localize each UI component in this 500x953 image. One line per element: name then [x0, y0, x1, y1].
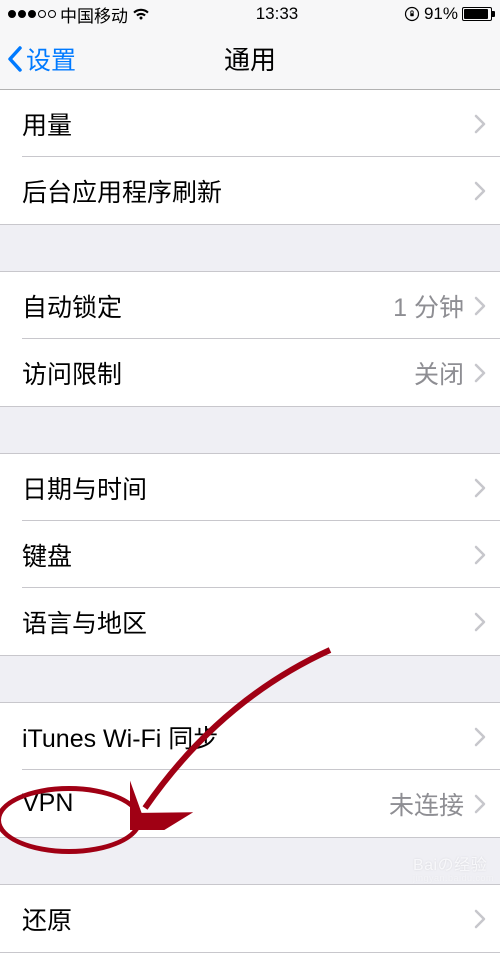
row-vpn[interactable]: VPN 未连接 — [0, 770, 500, 837]
battery-icon — [462, 7, 492, 21]
row-label: 日期与时间 — [22, 470, 147, 506]
status-left: 中国移动 — [8, 2, 150, 27]
row-label: 用量 — [22, 106, 72, 142]
chevron-right-icon — [474, 612, 486, 632]
row-value: 1 分钟 — [393, 288, 464, 324]
nav-bar: 设置 通用 — [0, 28, 500, 90]
chevron-right-icon — [474, 114, 486, 134]
row-reset[interactable]: 还原 — [0, 885, 500, 952]
battery-percent: 91% — [424, 4, 458, 24]
row-keyboard[interactable]: 键盘 — [0, 521, 500, 588]
chevron-right-icon — [474, 363, 486, 383]
row-label: 键盘 — [22, 537, 72, 573]
row-label: 后台应用程序刷新 — [22, 173, 222, 209]
wifi-icon — [132, 7, 150, 21]
rotation-lock-icon — [404, 6, 420, 22]
row-label: 自动锁定 — [22, 288, 122, 324]
settings-group: 日期与时间 键盘 语言与地区 — [0, 453, 500, 656]
chevron-right-icon — [474, 478, 486, 498]
row-label: iTunes Wi-Fi 同步 — [22, 719, 218, 755]
chevron-right-icon — [474, 181, 486, 201]
row-label: 语言与地区 — [22, 604, 147, 640]
chevron-right-icon — [474, 794, 486, 814]
row-label: VPN — [22, 789, 73, 818]
status-bar: 中国移动 13:33 91% — [0, 0, 500, 28]
settings-group: 用量 后台应用程序刷新 — [0, 90, 500, 225]
row-language-region[interactable]: 语言与地区 — [0, 588, 500, 655]
chevron-right-icon — [474, 545, 486, 565]
row-restrictions[interactable]: 访问限制 关闭 — [0, 339, 500, 406]
back-button[interactable]: 设置 — [6, 41, 76, 77]
row-itunes-wifi-sync[interactable]: iTunes Wi-Fi 同步 — [0, 703, 500, 770]
row-background-refresh[interactable]: 后台应用程序刷新 — [0, 157, 500, 224]
row-date-time[interactable]: 日期与时间 — [0, 454, 500, 521]
settings-group: 自动锁定 1 分钟 访问限制 关闭 — [0, 271, 500, 407]
chevron-right-icon — [474, 296, 486, 316]
row-label: 访问限制 — [22, 355, 122, 391]
back-label: 设置 — [26, 41, 76, 77]
row-usage[interactable]: 用量 — [0, 90, 500, 157]
chevron-right-icon — [474, 909, 486, 929]
row-label: 还原 — [22, 901, 72, 937]
page-title: 通用 — [224, 40, 276, 77]
chevron-left-icon — [6, 45, 24, 73]
status-time: 13:33 — [256, 4, 299, 24]
status-right: 91% — [404, 4, 492, 24]
settings-group: 还原 — [0, 884, 500, 953]
settings-group: iTunes Wi-Fi 同步 VPN 未连接 — [0, 702, 500, 838]
carrier-label: 中国移动 — [60, 2, 128, 27]
row-value: 未连接 — [389, 786, 464, 822]
signal-strength-icon — [8, 10, 56, 18]
row-auto-lock[interactable]: 自动锁定 1 分钟 — [0, 272, 500, 339]
row-value: 关闭 — [414, 355, 464, 391]
watermark: Baiの经验 jingyan.baidu.com — [413, 851, 494, 883]
chevron-right-icon — [474, 727, 486, 747]
